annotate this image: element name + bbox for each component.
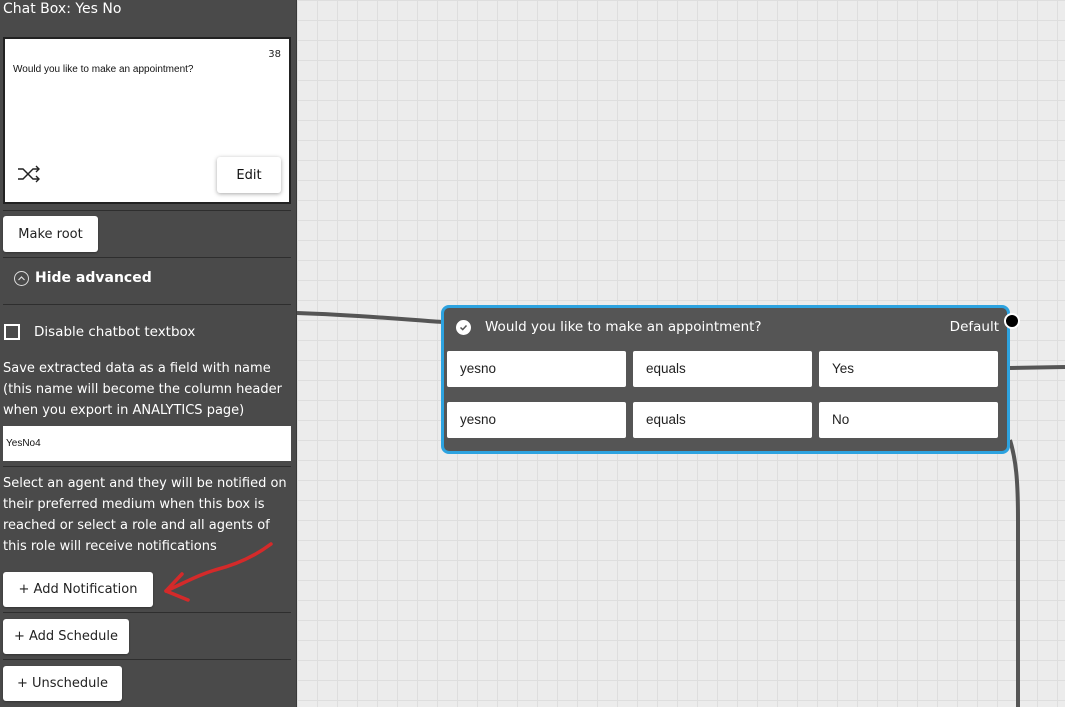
annotation-arrow bbox=[164, 542, 273, 602]
